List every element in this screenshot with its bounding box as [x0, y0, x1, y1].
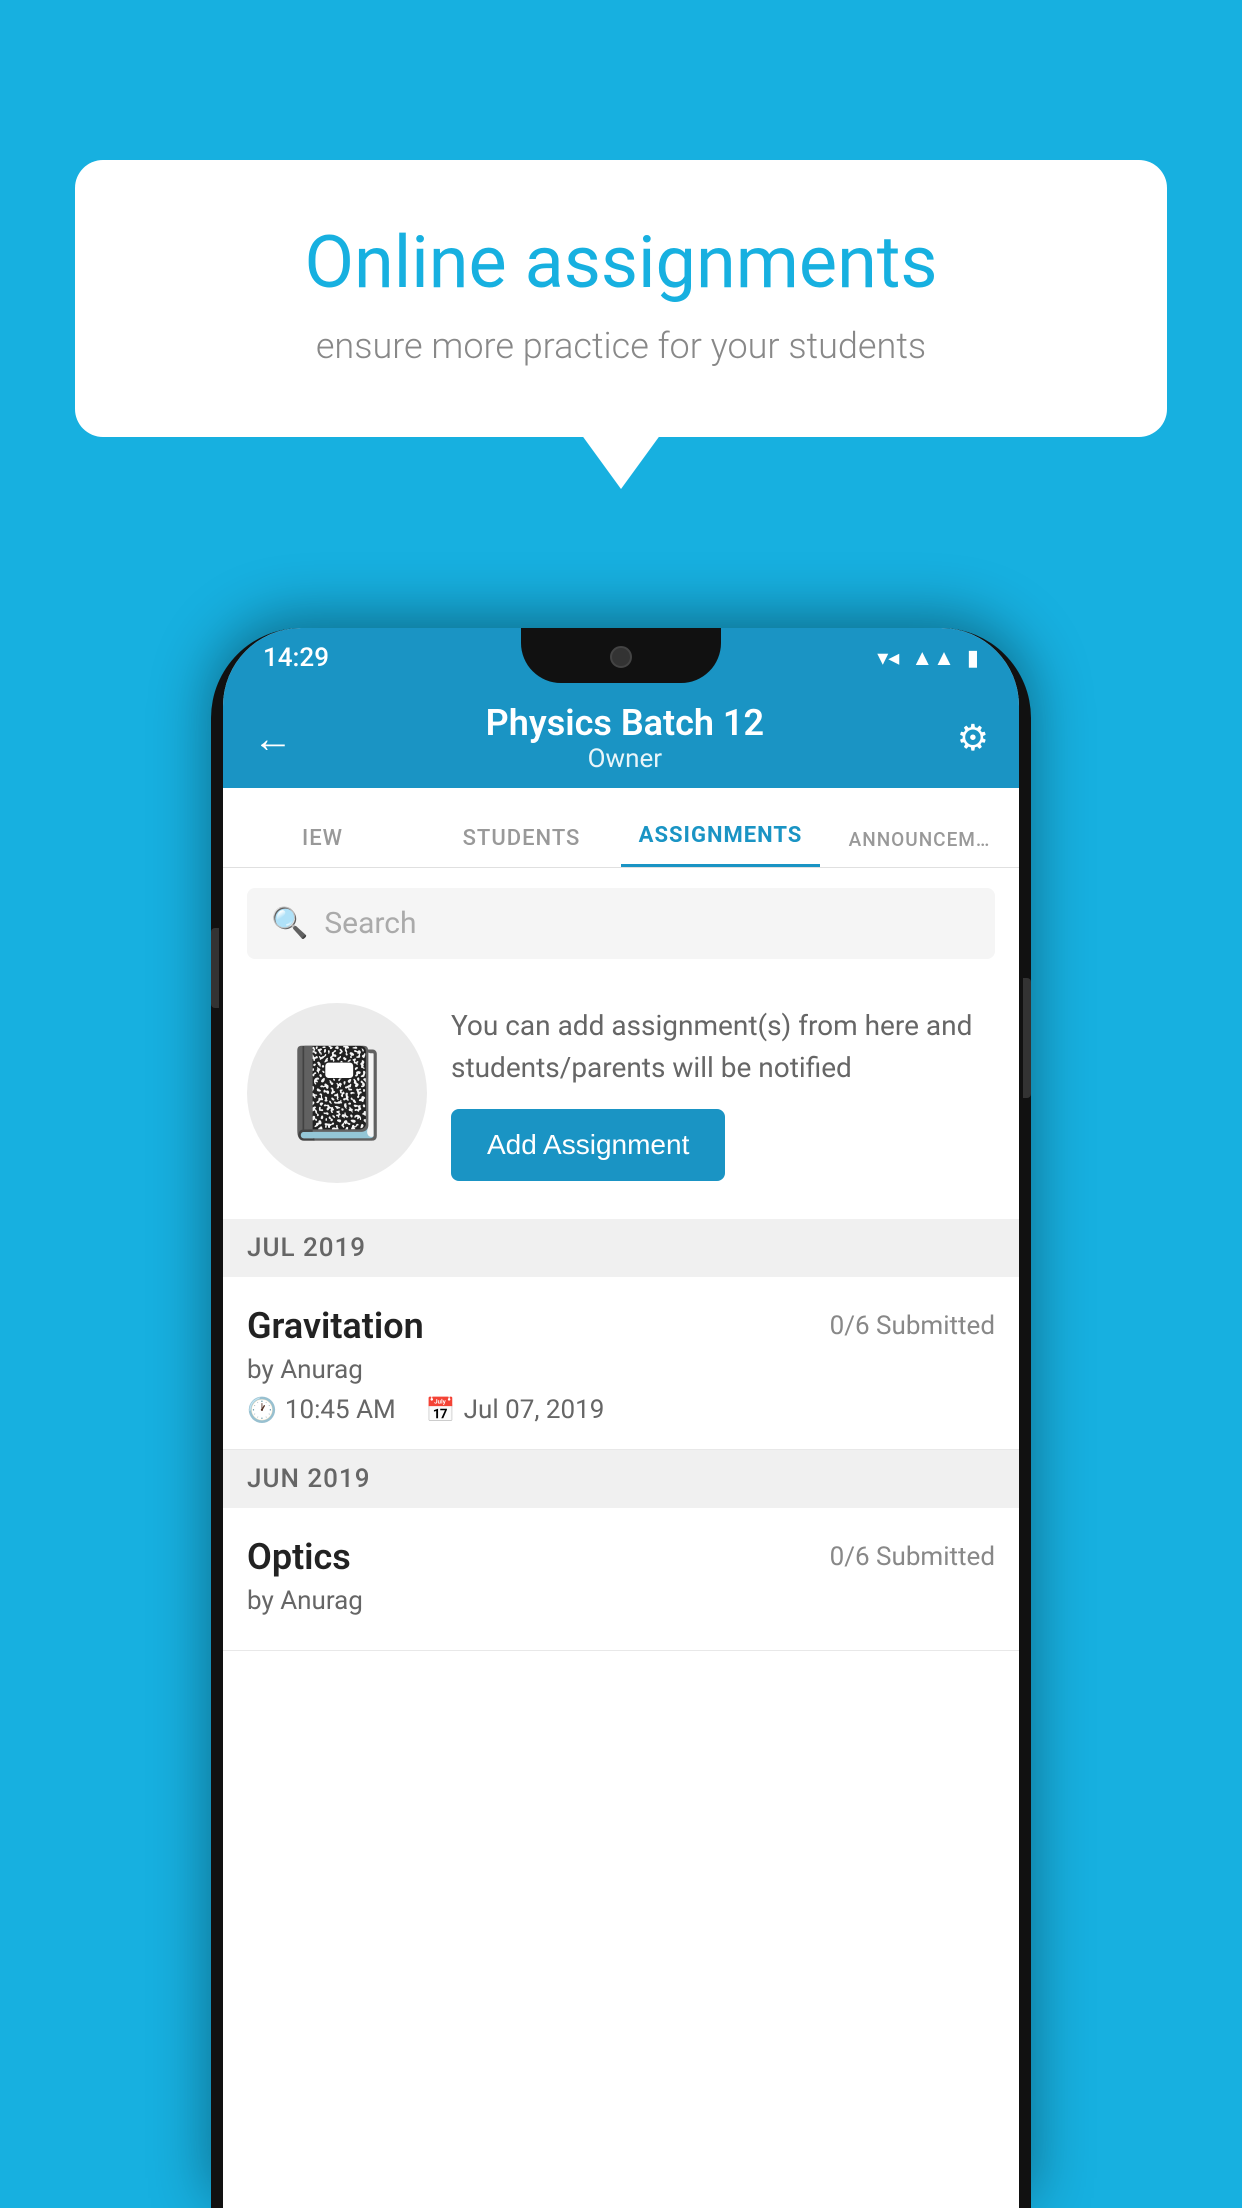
- app-header: ← Physics Batch 12 Owner ⚙: [223, 688, 1019, 788]
- camera-notch: [610, 646, 632, 668]
- promo-icon-circle: 📓: [247, 1003, 427, 1183]
- section-month-label: JUL 2019: [247, 1233, 366, 1263]
- search-placeholder[interactable]: Search: [324, 906, 416, 941]
- status-time: 14:29: [263, 643, 329, 673]
- batch-title: Physics Batch 12: [486, 702, 764, 744]
- assignment-time: 10:45 AM: [285, 1395, 396, 1425]
- promo-description: You can add assignment(s) from here and …: [451, 1005, 995, 1089]
- promo-subtitle: ensure more practice for your students: [145, 325, 1097, 367]
- section-jul-2019: JUL 2019: [223, 1219, 1019, 1277]
- add-assignment-button[interactable]: Add Assignment: [451, 1109, 725, 1181]
- tabs-bar: IEW STUDENTS ASSIGNMENTS ANNOUNCEM…: [223, 788, 1019, 868]
- notebook-icon: 📓: [281, 1041, 393, 1146]
- signal-icon: ▲▲: [911, 645, 955, 671]
- search-bar[interactable]: 🔍 Search: [247, 888, 995, 959]
- section-jun-2019: JUN 2019: [223, 1450, 1019, 1508]
- promo-card: Online assignments ensure more practice …: [75, 160, 1167, 437]
- promo-title: Online assignments: [145, 220, 1097, 305]
- side-button-right: [1023, 978, 1031, 1098]
- phone-screen: 14:29 ▾◂ ▲▲ ▮ ← Physics Batch 12 Owner ⚙…: [223, 628, 1019, 2208]
- assignment-optics-row1: Optics 0/6 Submitted: [247, 1536, 995, 1578]
- optics-author: by Anurag: [247, 1586, 995, 1616]
- calendar-icon: 📅: [426, 1396, 456, 1424]
- assignment-date: Jul 07, 2019: [464, 1395, 605, 1425]
- header-center: Physics Batch 12 Owner: [486, 702, 764, 774]
- promo-section: 📓 You can add assignment(s) from here an…: [223, 979, 1019, 1219]
- assignment-optics[interactable]: Optics 0/6 Submitted by Anurag: [223, 1508, 1019, 1651]
- clock-icon: 🕐: [247, 1396, 277, 1424]
- submitted-count: 0/6 Submitted: [830, 1311, 995, 1341]
- tab-iew[interactable]: IEW: [223, 826, 422, 867]
- assignment-row1: Gravitation 0/6 Submitted: [247, 1305, 995, 1347]
- tab-assignments[interactable]: ASSIGNMENTS: [621, 823, 820, 867]
- assignment-optics-title: Optics: [247, 1536, 351, 1578]
- assignment-title: Gravitation: [247, 1305, 424, 1347]
- back-button[interactable]: ←: [253, 715, 293, 762]
- status-icons: ▾◂ ▲▲ ▮: [877, 645, 979, 671]
- owner-label: Owner: [486, 744, 764, 774]
- promo-right: You can add assignment(s) from here and …: [451, 1005, 995, 1181]
- assignment-gravitation[interactable]: Gravitation 0/6 Submitted by Anurag 🕐 10…: [223, 1277, 1019, 1450]
- meta-time: 🕐 10:45 AM: [247, 1395, 396, 1425]
- tab-students[interactable]: STUDENTS: [422, 826, 621, 867]
- meta-date: 📅 Jul 07, 2019: [426, 1395, 605, 1425]
- phone-frame: 14:29 ▾◂ ▲▲ ▮ ← Physics Batch 12 Owner ⚙…: [211, 628, 1031, 2208]
- phone-notch: [521, 628, 721, 683]
- wifi-icon: ▾◂: [877, 646, 899, 671]
- tab-announcements[interactable]: ANNOUNCEM…: [820, 828, 1019, 867]
- assignment-meta: 🕐 10:45 AM 📅 Jul 07, 2019: [247, 1395, 995, 1425]
- settings-icon[interactable]: ⚙: [957, 717, 989, 759]
- section-month-label-jun: JUN 2019: [247, 1464, 370, 1494]
- battery-icon: ▮: [967, 646, 979, 671]
- content-area: 🔍 Search 📓 You can add assignment(s) fro…: [223, 868, 1019, 2208]
- search-icon: 🔍: [271, 906, 308, 941]
- optics-submitted-count: 0/6 Submitted: [830, 1542, 995, 1572]
- assignment-author: by Anurag: [247, 1355, 995, 1385]
- side-button-left: [211, 928, 219, 1008]
